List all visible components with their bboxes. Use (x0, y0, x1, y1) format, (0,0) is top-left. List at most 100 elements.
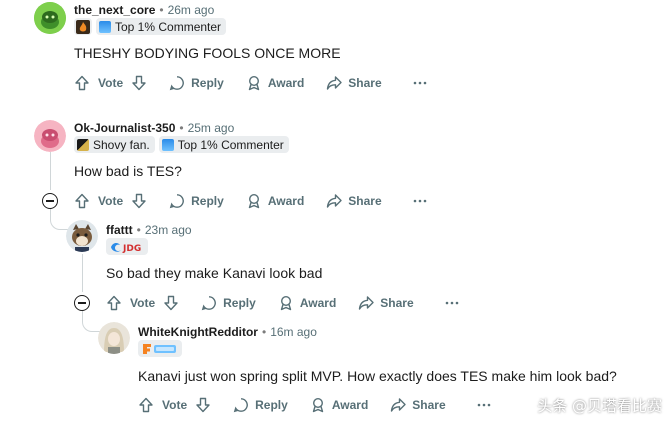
thread-line (82, 254, 83, 292)
user-flair: Shovy fan. (74, 136, 155, 153)
svg-text:JDG: JDG (122, 244, 141, 253)
avatar[interactable] (98, 322, 130, 354)
award-button[interactable]: Award (246, 75, 304, 91)
award-button[interactable]: Award (278, 295, 336, 311)
award-icon (248, 193, 260, 209)
flair-label: Shovy fan. (93, 137, 150, 152)
top-commenter-flair: Top 1% Commenter (96, 18, 227, 35)
award-label: Award (331, 398, 369, 412)
top-commenter-icon (99, 20, 111, 33)
collapse-icon[interactable] (42, 193, 58, 209)
comment-body: THESHY BODYING FOOLS ONCE MORE (74, 45, 341, 61)
snoo-avatar-icon (34, 2, 66, 34)
reply-icon (233, 398, 249, 413)
reply-icon (169, 194, 185, 209)
share-icon (391, 398, 406, 412)
share-label: Share (348, 76, 382, 90)
reply-button[interactable]: Reply (169, 193, 224, 209)
vote-label: Vote (130, 296, 156, 310)
avatar[interactable] (34, 120, 66, 152)
vote-group: Vote (74, 193, 147, 209)
comment-body: How bad is TES? (74, 163, 182, 179)
avatar[interactable] (34, 2, 66, 34)
reply-label: Reply (223, 296, 256, 310)
more-icon (445, 301, 458, 305)
team-flair-icon (77, 138, 89, 151)
flair-label: Top 1% Commenter (177, 137, 284, 152)
username[interactable]: the_next_core (74, 3, 155, 17)
downvote-icon[interactable] (131, 193, 147, 209)
avatar[interactable] (66, 220, 98, 252)
award-button[interactable]: Award (246, 193, 304, 209)
more-options-button[interactable] (476, 397, 492, 413)
reply-label: Reply (191, 76, 224, 90)
timestamp[interactable]: 16m ago (270, 325, 317, 339)
reply-icon (201, 296, 217, 311)
more-icon (413, 81, 426, 85)
comment-header: Ok-Journalist-350 • 25m ago (74, 121, 234, 135)
share-label: Share (348, 194, 382, 208)
reply-button[interactable]: Reply (201, 295, 256, 311)
timestamp[interactable]: 25m ago (188, 121, 235, 135)
separator-dot: • (136, 223, 141, 237)
reply-button[interactable]: Reply (233, 397, 288, 413)
more-options-button[interactable] (444, 295, 460, 311)
upvote-icon[interactable] (106, 295, 122, 311)
downvote-icon[interactable] (195, 397, 211, 413)
vote-label: Vote (98, 76, 124, 90)
thread-elbow (50, 208, 68, 230)
share-button[interactable]: Share (358, 295, 414, 311)
share-label: Share (412, 398, 446, 412)
more-icon (413, 199, 426, 203)
share-icon (359, 296, 374, 310)
award-icon (248, 75, 260, 91)
award-icon (312, 397, 324, 413)
share-icon (327, 76, 342, 90)
share-icon (327, 194, 342, 208)
vote-group: Vote (74, 75, 147, 91)
award-icon (280, 295, 292, 311)
comment-body: So bad they make Kanavi look bad (106, 265, 323, 281)
more-options-button[interactable] (412, 193, 428, 209)
vote-label: Vote (162, 398, 188, 412)
thread-elbow (82, 310, 100, 332)
comment-actions: Vote Reply Award Share (74, 71, 428, 95)
downvote-icon[interactable] (163, 295, 179, 311)
top-commenter-icon (161, 138, 174, 151)
upvote-icon[interactable] (74, 193, 90, 209)
snoo-avatar-icon (34, 120, 66, 152)
flame-flair-icon (76, 19, 90, 34)
upvote-icon[interactable] (138, 397, 154, 413)
cat-avatar-icon (66, 220, 98, 252)
top-commenter-flair: Top 1% Commenter (158, 136, 289, 153)
user-flairs: JDG (106, 238, 148, 256)
timestamp[interactable]: 26m ago (168, 3, 215, 17)
more-options-button[interactable] (412, 75, 428, 91)
share-label: Share (380, 296, 414, 310)
share-button[interactable]: Share (326, 75, 382, 91)
username[interactable]: ffattt (106, 223, 133, 237)
team-flair-badge: JDG (106, 238, 148, 255)
collapse-icon[interactable] (74, 295, 90, 311)
vote-group: Vote (106, 295, 179, 311)
reply-label: Reply (191, 194, 224, 208)
award-label: Award (267, 76, 305, 90)
user-flairs (138, 340, 182, 358)
reply-button[interactable]: Reply (169, 75, 224, 91)
upvote-icon[interactable] (74, 75, 90, 91)
username[interactable]: Ok-Journalist-350 (74, 121, 175, 135)
share-button[interactable]: Share (390, 397, 446, 413)
username[interactable]: WhiteKnightRedditor (138, 325, 258, 339)
more-icon (477, 403, 490, 407)
award-button[interactable]: Award (310, 397, 368, 413)
comment-body: Kanavi just won spring split MVP. How ex… (138, 368, 617, 384)
timestamp[interactable]: 23m ago (145, 223, 192, 237)
award-label: Award (299, 296, 337, 310)
comment-actions: Vote Reply Award Share (106, 291, 460, 315)
downvote-icon[interactable] (131, 75, 147, 91)
comment-header: the_next_core • 26m ago (74, 3, 214, 17)
fnatic-logo-icon (143, 343, 176, 354)
vote-group: Vote (138, 397, 211, 413)
comment-header: ffattt • 23m ago (106, 223, 192, 237)
share-button[interactable]: Share (326, 193, 382, 209)
